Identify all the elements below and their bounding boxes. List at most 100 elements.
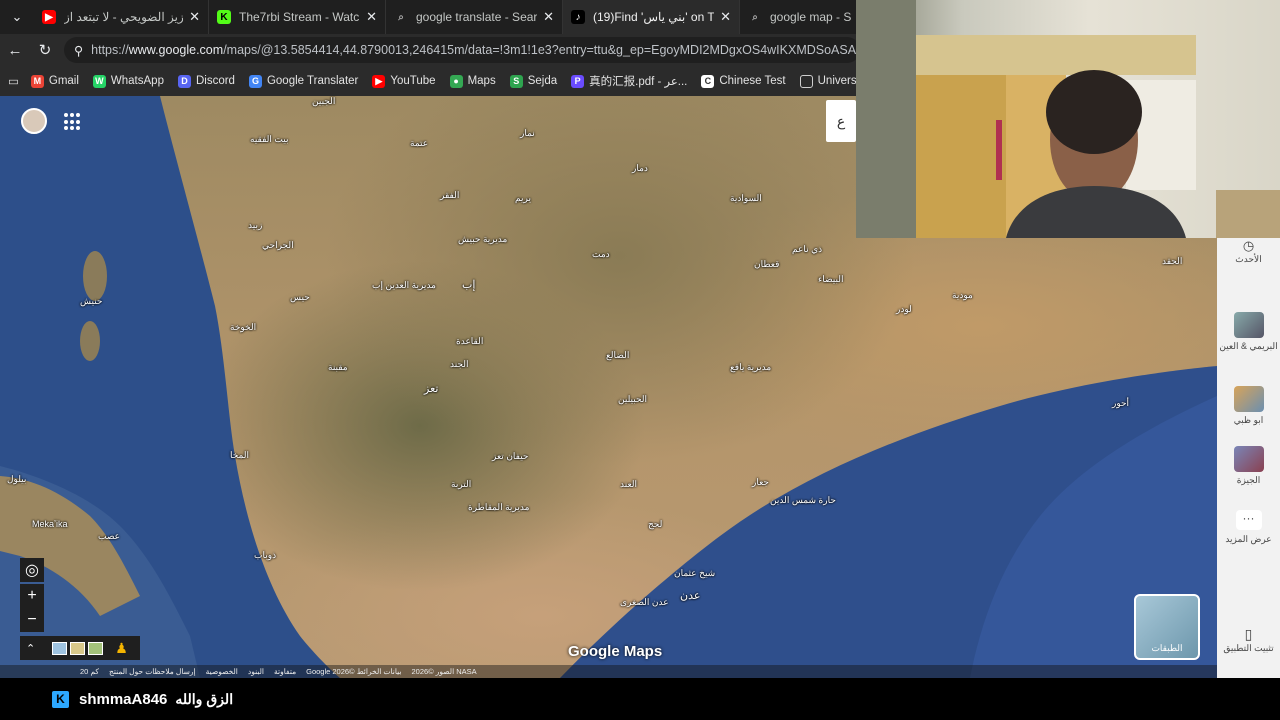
map-place-label: مديرية العدين إب (372, 280, 436, 290)
map-place-label: الخوخة (230, 322, 257, 332)
bookmark-discord[interactable]: D Discord (177, 74, 235, 88)
kick-icon: K (217, 10, 231, 24)
chat-username: shmmaA846 (79, 690, 168, 708)
my-location-icon[interactable]: ◎ (20, 558, 44, 582)
youtube-icon: ▶ (42, 10, 56, 24)
folder-icon (799, 74, 813, 88)
map-mini-toolbar: ⌃ ♟ (20, 636, 140, 660)
terrain-thumb-icon[interactable] (52, 641, 68, 655)
map-place-label: دمار (632, 163, 648, 173)
map-place-label: السوادية (730, 193, 762, 203)
bookmark-label: WhatsApp (110, 75, 164, 87)
bookmark-gmail[interactable]: M Gmail (30, 74, 79, 88)
map-place-label: البيضاء (818, 274, 844, 284)
map-place-label: جعار (752, 477, 769, 487)
transit-thumb-icon[interactable] (88, 641, 104, 655)
footer-terms-link[interactable]: البنود (248, 667, 264, 676)
map-place-label: تعز (424, 383, 439, 395)
footer-feedback-link[interactable]: إرسال ملاحظات حول المنتج (109, 667, 196, 676)
footer-privacy-link[interactable]: الخصوصية (206, 667, 238, 676)
recent-place-giza[interactable]: الجيزة (1217, 446, 1280, 486)
bookmark-whatsapp[interactable]: W WhatsApp (92, 74, 164, 88)
map-place-label: عدن الصغرى (620, 597, 669, 607)
translate-icon: G (248, 74, 262, 88)
close-icon[interactable]: ✕ (720, 9, 731, 25)
browser-tab-active[interactable]: ♪ (19)Find 'بني ياس' on TikTok | ✕ (563, 0, 740, 34)
bookmarks-toggle-icon[interactable]: ▭ (8, 74, 19, 88)
more-icon: ··· (1235, 510, 1262, 530)
maps-icon: ● (449, 74, 463, 88)
map-place-label: عتمة (410, 138, 429, 148)
tab-search-button[interactable]: ⌄ (0, 0, 34, 34)
kick-icon: K (52, 690, 69, 708)
map-place-label: حارة شمس الدين (770, 495, 836, 505)
map-place-label: القاعدة (456, 336, 484, 346)
recent-place-abu-dhabi[interactable]: ابو ظبي (1217, 386, 1280, 426)
collapse-side-panel-button[interactable]: ع (826, 100, 856, 142)
map-place-label: الحقد (1162, 256, 1183, 266)
bookmark-google-translater[interactable]: G Google Translater (248, 74, 359, 88)
place-thumb-icon (1233, 312, 1264, 338)
address-bar[interactable]: ⚲ https://www.google.com/maps/@13.585441… (64, 37, 860, 63)
map-place-label: يريم (515, 193, 531, 203)
close-icon[interactable]: ✕ (366, 9, 377, 25)
install-app-icon: ▯ (1244, 626, 1253, 642)
scale-bar: 20 كم (80, 667, 99, 676)
tab-title: عبدالعزيز الضويحي - لا تبتعد از (64, 10, 184, 24)
recent-history-item[interactable]: ◷ الأحدث (1217, 238, 1280, 265)
pdf-icon: P (571, 74, 585, 88)
bookmark-label: Google Translater (266, 75, 359, 87)
browser-tab[interactable]: ⌕ google map - Search (740, 0, 860, 34)
footer-misc-link[interactable]: متفاوتة (274, 667, 296, 676)
zoom-out-button[interactable]: − (20, 608, 44, 632)
recent-place-buraimi[interactable]: البريمي & العين (1217, 312, 1280, 352)
maps-side-pane: ◷ الأحدث البريمي & العين ابو ظبي الجيزة … (1217, 238, 1280, 678)
map-place-label: حنيش (80, 296, 103, 306)
whatsapp-icon: W (92, 74, 106, 88)
bookmark-maps[interactable]: ● Maps (449, 74, 496, 88)
bookmark-youtube[interactable]: ▶ YouTube (372, 74, 436, 88)
map-place-label: بيت الفقيه (250, 134, 289, 144)
youtube-icon: ▶ (372, 74, 386, 88)
browser-toolbar: ← ↻ ⚲ https://www.google.com/maps/@13.58… (0, 34, 860, 66)
pegman-icon[interactable]: ♟ (115, 640, 128, 657)
bookmark-chinese-test[interactable]: C Chinese Test (701, 74, 786, 88)
browser-tab[interactable]: ▶ عبدالعزيز الضويحي - لا تبتعد از ✕ (34, 0, 209, 34)
map-place-label: الحبيلين (618, 394, 648, 404)
stream-chat-overlay: K shmmaA846 الزق والله (0, 678, 1280, 720)
url-host: www.google.com (128, 43, 224, 57)
tab-title: The7rbi Stream - Watch Live (239, 10, 360, 24)
map-place-label: حيس (290, 292, 310, 302)
map-place-label: إب (462, 279, 476, 291)
map-place-label: المخا (230, 450, 249, 460)
traffic-thumb-icon[interactable] (70, 641, 86, 655)
map-place-label: بيلول (7, 474, 27, 484)
zoom-in-button[interactable]: + (20, 584, 44, 608)
tab-title: google translate - Search (416, 10, 538, 24)
history-icon: ◷ (1242, 238, 1255, 253)
show-more-button[interactable]: ··· عرض المزيد (1217, 510, 1280, 545)
install-app-button[interactable]: ▯ تثبيت التطبيق (1217, 626, 1280, 654)
expand-icon[interactable]: ⌃ (26, 642, 35, 655)
back-icon[interactable]: ← (0, 35, 30, 65)
layers-button[interactable]: الطبقات (1134, 594, 1200, 660)
close-icon[interactable]: ✕ (543, 9, 554, 25)
map-place-label: حيفان تعز (492, 451, 529, 461)
browser-tab[interactable]: ⌕ google translate - Search ✕ (386, 0, 563, 34)
discord-icon: D (177, 74, 191, 88)
browser-tab[interactable]: K The7rbi Stream - Watch Live ✕ (209, 0, 386, 34)
bookmark-pdf[interactable]: P 真的汇报.pdf - عر... (571, 73, 687, 89)
google-apps-icon[interactable] (64, 113, 82, 131)
account-avatar[interactable] (21, 108, 47, 134)
map-place-label: مقبنة (328, 362, 348, 372)
tab-title: google map - Search (770, 10, 851, 24)
map-place-label: شيخ عثمان (674, 568, 716, 578)
close-icon[interactable]: ✕ (189, 9, 200, 25)
reload-icon[interactable]: ↻ (30, 35, 60, 65)
layers-label: الطبقات (1151, 643, 1183, 653)
collapse-glyph: ع (836, 112, 846, 129)
map-place-label: قعطان (754, 259, 780, 269)
site-info-icon[interactable]: ⚲ (74, 43, 83, 58)
map-place-label: الضالع (606, 350, 630, 360)
bookmark-sejda[interactable]: S Sejda (509, 74, 557, 88)
